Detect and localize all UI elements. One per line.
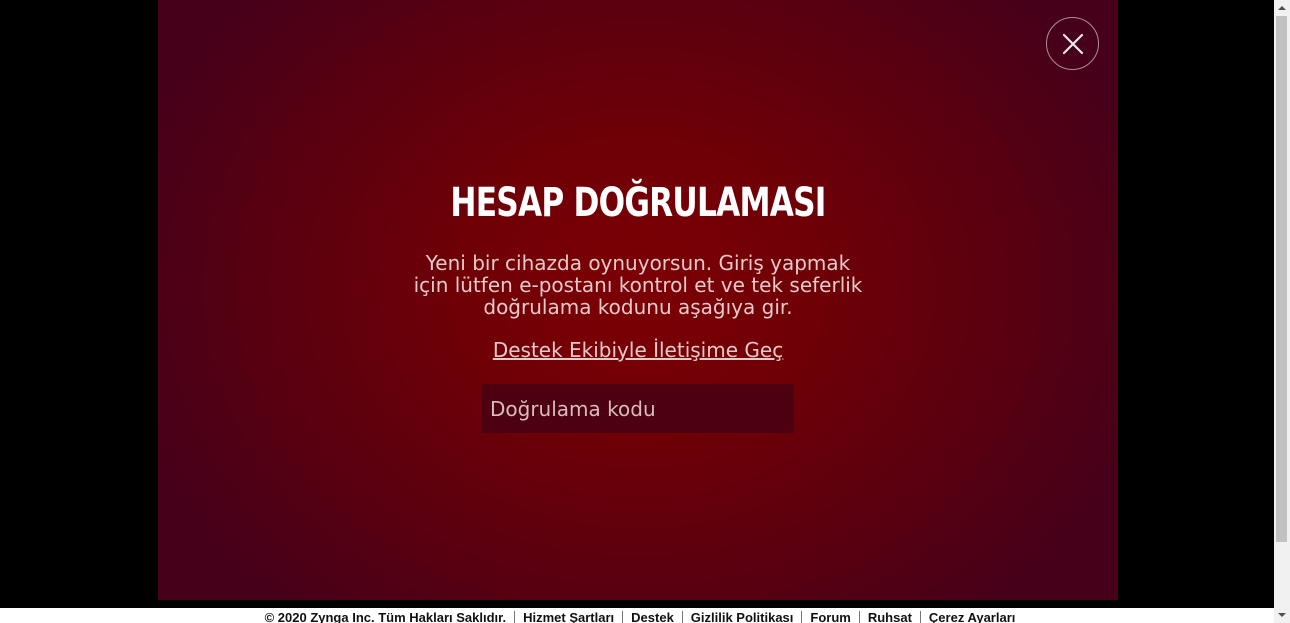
scrollbar-thumb[interactable]: [1276, 16, 1287, 542]
footer-link-support[interactable]: Destek: [631, 610, 674, 623]
footer-divider: [622, 611, 624, 623]
page-background: HESAP DOĞRULAMASI Yeni bir cihazda oynuy…: [0, 0, 1274, 623]
verification-modal: HESAP DOĞRULAMASI Yeni bir cihazda oynuy…: [158, 0, 1118, 600]
support-contact-link[interactable]: Destek Ekibiyle İletişime Geç: [158, 338, 1118, 362]
footer-divider: [801, 611, 803, 623]
modal-title: HESAP DOĞRULAMASI: [450, 180, 826, 226]
footer-divider: [919, 611, 921, 623]
footer: © 2020 Zynga Inc. Tüm Hakları Saklıdır. H…: [0, 608, 1274, 623]
modal-description: Yeni bir cihazda oynuyorsun. Giriş yapma…: [413, 251, 863, 319]
footer-link-forum[interactable]: Forum: [810, 610, 850, 623]
scroll-down-icon[interactable]: [1274, 607, 1290, 623]
footer-copyright: © 2020 Zynga Inc. Tüm Hakları Saklıdır.: [264, 610, 507, 623]
scroll-up-icon[interactable]: [1274, 0, 1290, 16]
footer-divider: [681, 611, 683, 623]
footer-link-terms[interactable]: Hizmet Şartları: [523, 610, 614, 623]
footer-link-privacy[interactable]: Gizlilik Politikası: [691, 610, 794, 623]
footer-divider: [858, 611, 860, 623]
footer-divider: [514, 611, 516, 623]
vertical-scrollbar[interactable]: [1274, 0, 1290, 623]
close-button[interactable]: [1046, 17, 1099, 70]
verification-code-input[interactable]: [482, 384, 794, 433]
footer-link-license[interactable]: Ruhsat: [868, 610, 912, 623]
close-icon: [1062, 33, 1084, 55]
footer-link-cookie-settings[interactable]: Çerez Ayarları: [929, 610, 1015, 623]
